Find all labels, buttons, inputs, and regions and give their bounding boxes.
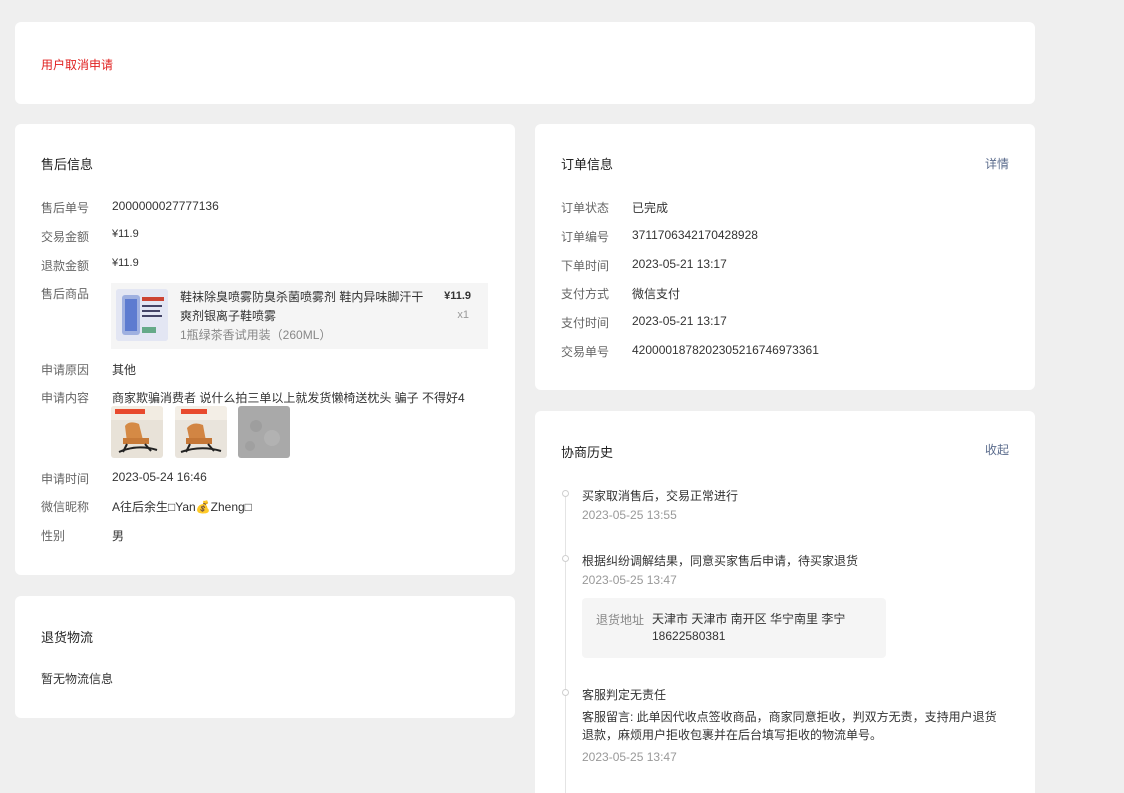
status-card: 用户取消申请 (15, 22, 1035, 104)
row-value: 微信支付 (632, 287, 681, 301)
row-value: 2023-05-21 13:17 (632, 257, 727, 271)
info-row: 申请原因 其他 (41, 361, 136, 378)
row-value: 2023-05-21 13:17 (632, 314, 727, 328)
row-label: 微信昵称 (41, 500, 90, 514)
info-row: 订单状态 已完成 (561, 199, 668, 216)
row-label: 售后单号 (41, 201, 90, 215)
row-label: 性别 (41, 529, 66, 543)
goods-item[interactable]: 鞋袜除臭喷雾防臭杀菌喷雾剂 鞋内异味脚汗干爽剂银离子鞋喷雾 1瓶绿茶香试用装（2… (111, 283, 488, 349)
row-label: 交易金额 (41, 230, 90, 244)
row-label: 申请原因 (41, 363, 90, 377)
goods-price: ¥11.9 (444, 290, 471, 302)
info-row: 支付方式 微信支付 (561, 285, 680, 302)
card-title: 售后信息 (41, 157, 94, 172)
row-value: 4200001878202305216746973361 (632, 343, 819, 357)
row-value: 3711706342170428928 (632, 228, 758, 242)
row-label: 订单编号 (561, 230, 610, 244)
return-logistics-card: 退货物流 暂无物流信息 (15, 596, 515, 718)
card-title: 订单信息 (561, 157, 614, 172)
row-label: 退款金额 (41, 259, 90, 273)
row-value: ¥11.9 (112, 228, 139, 240)
timeline-title: 根据纠纷调解结果，同意买家售后申请，待买家退货 (582, 554, 859, 568)
row-value: A往后余生□Yan💰Zheng□ (112, 500, 252, 514)
empty-logistics-text: 暂无物流信息 (41, 672, 114, 686)
row-value: 已完成 (632, 201, 669, 215)
row-value: 男 (112, 529, 125, 543)
row-label: 支付方式 (561, 287, 610, 301)
goods-name[interactable]: 鞋袜除臭喷雾防臭杀菌喷雾剂 鞋内异味脚汗干爽剂银离子鞋喷雾 (180, 288, 435, 326)
row-value: 2023-05-24 16:46 (112, 470, 207, 484)
info-row: 申请内容 商家欺骗消费者 说什么拍三单以上就发货懒椅送枕头 骗子 不得好4 (41, 389, 465, 406)
aftersale-info-card: 售后信息 售后单号 2000000027777136 交易金额 ¥11.9 退款… (15, 124, 515, 575)
timeline-dot (562, 689, 569, 696)
collapse-link[interactable]: 收起 (985, 441, 1009, 458)
evidence-image[interactable] (175, 406, 227, 458)
info-row: 售后商品 (41, 285, 112, 302)
info-row: 微信昵称 A往后余生□Yan💰Zheng□ (41, 498, 252, 515)
info-row: 订单编号 3711706342170428928 (561, 228, 758, 245)
timeline-time: 2023-05-25 13:47 (582, 750, 677, 764)
goods-quantity: x1 (457, 309, 469, 321)
row-label: 申请内容 (41, 391, 90, 405)
info-row: 申请时间 2023-05-24 16:46 (41, 470, 207, 487)
row-value: 2000000027777136 (112, 199, 219, 213)
info-row: 售后单号 2000000027777136 (41, 199, 219, 216)
info-row: 交易单号 4200001878202305216746973361 (561, 343, 819, 360)
info-row: 交易金额 ¥11.9 (41, 228, 139, 245)
info-row: 支付时间 2023-05-21 13:17 (561, 314, 727, 331)
return-address-value: 天津市 天津市 南开区 华宁南里 李宁 18622580381 (652, 612, 846, 643)
row-label: 申请时间 (41, 472, 90, 486)
evidence-image[interactable] (111, 406, 163, 458)
row-label: 订单状态 (561, 201, 610, 215)
info-row: 退款金额 ¥11.9 (41, 257, 139, 274)
row-value: ¥11.9 (112, 257, 139, 269)
row-label: 交易单号 (561, 345, 610, 359)
row-value: 其他 (112, 363, 137, 377)
evidence-image[interactable] (238, 406, 290, 458)
goods-spec: 1瓶绿茶香试用装（260ML） (180, 328, 332, 342)
timeline-dot (562, 555, 569, 562)
return-address-label: 退货地址 (596, 613, 645, 627)
status-text: 用户取消申请 (41, 58, 114, 72)
timeline-time: 2023-05-25 13:55 (582, 508, 677, 522)
timeline-dot (562, 490, 569, 497)
timeline-title: 客服判定无责任 (582, 688, 667, 702)
negotiation-history-card: 协商历史 收起 买家取消售后，交易正常进行 2023-05-25 13:55 根… (535, 411, 1035, 793)
order-info-card: 订单信息 详情 订单状态 已完成 订单编号 371170634217042892… (535, 124, 1035, 390)
info-row: 性别 男 (41, 527, 124, 544)
card-title: 退货物流 (41, 630, 94, 645)
timeline-line (565, 495, 566, 793)
row-label: 支付时间 (561, 316, 610, 330)
timeline-title: 买家取消售后，交易正常进行 (582, 489, 739, 503)
timeline-time: 2023-05-25 13:47 (582, 573, 677, 587)
row-label: 售后商品 (41, 287, 90, 301)
card-title: 协商历史 (561, 445, 614, 460)
detail-link[interactable]: 详情 (985, 155, 1009, 172)
info-row: 下单时间 2023-05-21 13:17 (561, 257, 727, 274)
row-value: 商家欺骗消费者 说什么拍三单以上就发货懒椅送枕头 骗子 不得好4 (112, 391, 465, 405)
goods-thumbnail (116, 289, 168, 341)
row-label: 下单时间 (561, 259, 610, 273)
service-note: 客服留言: 此单因代收点签收商品，商家同意拒收，判双方无责，支持用户退货退款，麻… (582, 710, 997, 742)
return-address-box: 退货地址 天津市 天津市 南开区 华宁南里 李宁 18622580381 (582, 598, 886, 658)
